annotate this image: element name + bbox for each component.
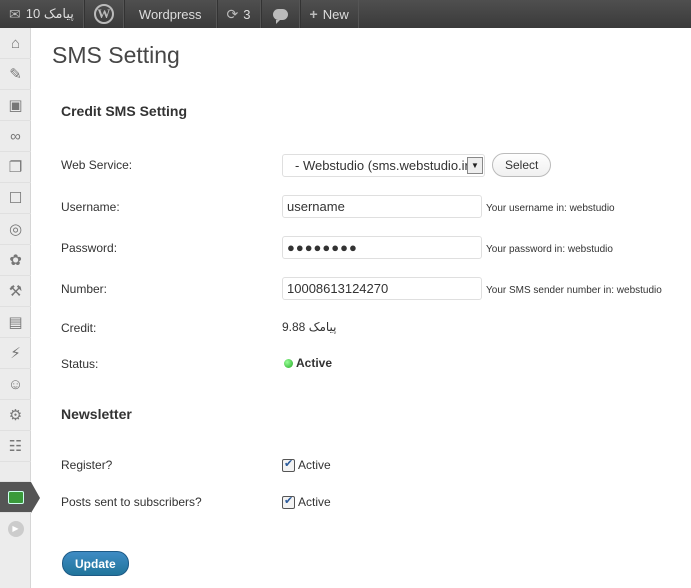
site-name: Wordpress	[138, 6, 202, 22]
register-checkbox-row[interactable]: Active	[282, 457, 331, 473]
select-button[interactable]: Select	[492, 153, 552, 177]
envelope-icon: ✉	[9, 5, 21, 22]
links-icon[interactable]: ∞	[0, 121, 31, 152]
settings-icon[interactable]: ☷	[0, 431, 31, 462]
plugins-icon[interactable]: ⚡	[0, 338, 31, 369]
dropdown-arrow-icon[interactable]: ▼	[467, 157, 483, 174]
media-icon[interactable]: ▣	[0, 90, 31, 121]
status-dot-icon	[284, 359, 293, 369]
collapse-spacer	[0, 462, 31, 482]
sms-menu-icon[interactable]	[0, 482, 40, 513]
newsletter-section-title: Newsletter	[61, 406, 132, 422]
number-hint: Your SMS sender number in: webstudio	[486, 285, 662, 296]
sms-credit-label: پیامک 10	[25, 6, 74, 21]
tools-icon[interactable]: ⚙	[0, 400, 31, 431]
web-service-select[interactable]: - Webstudio (sms.webstudio.ir) ▼	[282, 154, 485, 177]
posts-checkbox-row[interactable]: Active	[282, 494, 331, 510]
play-icon: ▶	[7, 520, 24, 537]
tools-hammer-icon[interactable]: ⚒	[0, 276, 31, 307]
dashboard-icon[interactable]: ⌂	[0, 28, 31, 59]
comments-menu[interactable]	[260, 0, 300, 28]
updates-count: 3	[243, 6, 251, 22]
posts-subscribers-label: Posts sent to subscribers?	[61, 495, 202, 509]
status-label: Status:	[61, 357, 99, 371]
new-content-menu[interactable]: + New	[299, 0, 359, 28]
new-label: New	[322, 6, 349, 22]
page-title: SMS Setting	[52, 42, 180, 68]
posts-pin-icon[interactable]: ✎	[0, 59, 31, 90]
credit-section-title: Credit SMS Setting	[61, 103, 188, 119]
credit-value: 9.88 پیامک	[282, 320, 337, 334]
site-name-menu[interactable]: Wordpress	[123, 0, 217, 28]
appearance-icon[interactable]: ✿	[0, 245, 31, 276]
password-hint: Your password in: webstudio	[486, 244, 613, 255]
comment-bubble-icon	[272, 8, 288, 24]
posts-checkbox-label: Active	[298, 495, 331, 509]
register-checkbox[interactable]	[282, 457, 295, 473]
refresh-icon: ⟳	[226, 5, 239, 22]
feedback-icon[interactable]: ◎	[0, 214, 31, 245]
wp-logo-menu[interactable]: W	[83, 0, 124, 28]
update-button[interactable]: Update	[62, 551, 129, 576]
users-icon[interactable]: ☺	[0, 369, 31, 400]
register-checkbox-label: Active	[298, 458, 331, 472]
credit-label: Credit:	[61, 321, 97, 335]
username-hint: Your username in: webstudio	[486, 203, 615, 214]
updates-menu[interactable]: ⟳ 3	[216, 0, 261, 28]
status-value: Active	[296, 356, 333, 370]
admin-bar: ✉ پیامک 10 W Wordpress ⟳ 3 + New	[0, 0, 691, 28]
number-label: Number:	[61, 282, 108, 296]
sms-credit-menu[interactable]: ✉ پیامک 10	[0, 0, 84, 28]
collapse-menu-button[interactable]: ▶	[0, 513, 31, 544]
plus-icon: +	[309, 6, 318, 22]
username-label: Username:	[61, 200, 120, 214]
status-badge: Active	[284, 356, 332, 370]
comments-icon[interactable]: ☐	[0, 183, 31, 214]
web-service-value: - Webstudio (sms.webstudio.ir)	[295, 158, 474, 173]
pages-icon[interactable]: ❐	[0, 152, 31, 183]
number-input[interactable]	[282, 277, 482, 300]
password-label: Password:	[61, 241, 118, 255]
posts-checkbox[interactable]	[282, 494, 295, 510]
password-input[interactable]	[282, 236, 482, 259]
widgets-icon[interactable]: ▤	[0, 307, 31, 338]
web-service-label: Web Service:	[61, 158, 133, 172]
wordpress-logo-icon: W	[93, 4, 114, 24]
username-input[interactable]	[282, 195, 482, 218]
register-label: Register?	[61, 458, 113, 472]
admin-sidebar: ⌂ ✎ ▣ ∞ ❐ ☐ ◎ ✿ ⚒ ▤ ⚡ ☺ ⚙ ☷ ▶	[0, 28, 40, 588]
